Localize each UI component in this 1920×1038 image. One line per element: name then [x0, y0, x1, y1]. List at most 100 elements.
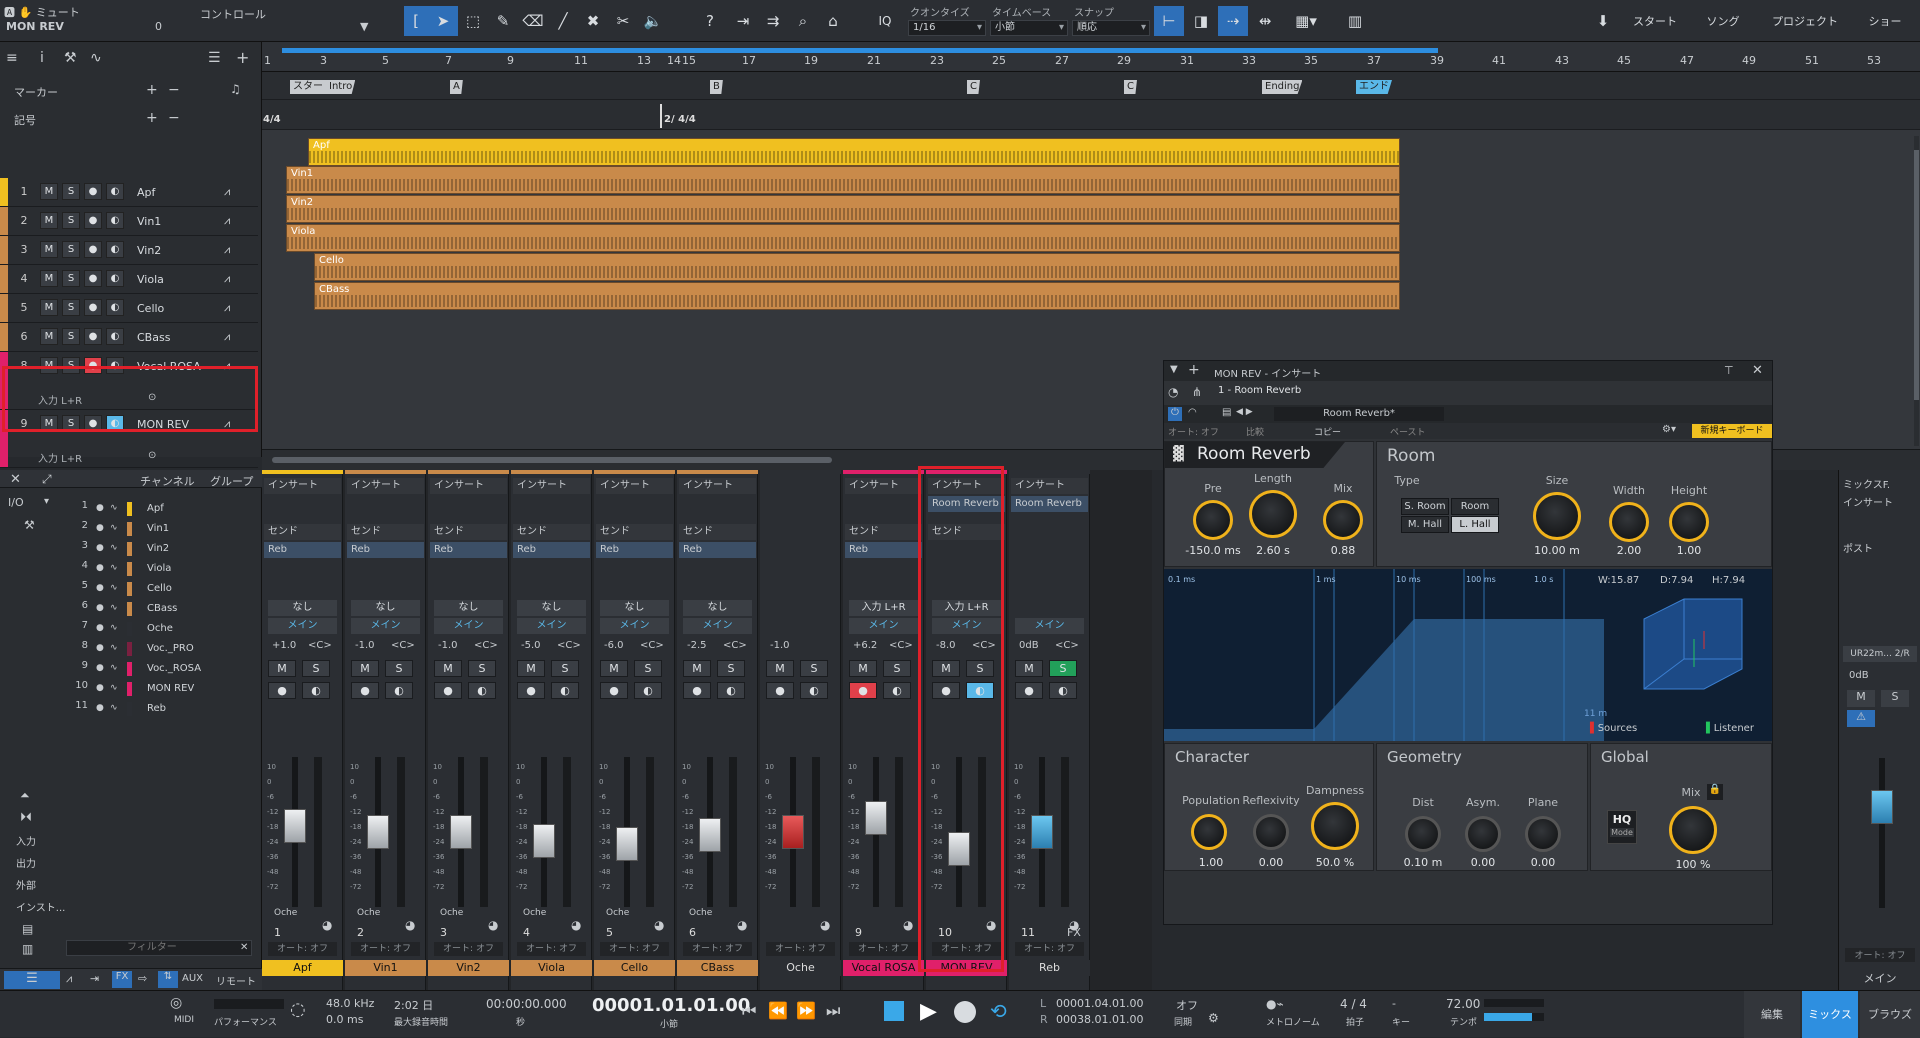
strip-solo-button[interactable]: S: [634, 660, 662, 677]
output-select[interactable]: メイン: [268, 618, 337, 634]
track-row-cbass[interactable]: 6 M S ● ◐ CBass ⩘: [0, 323, 258, 352]
strip-mute-button[interactable]: M: [351, 660, 379, 677]
paint-tool-icon[interactable]: ╱: [548, 6, 578, 36]
strip-record-icon[interactable]: ●: [600, 682, 628, 699]
remote-button[interactable]: リモート: [216, 973, 256, 988]
main-dim-icon[interactable]: ⚠: [1847, 710, 1875, 727]
page-start-tab[interactable]: スタート: [1622, 6, 1688, 36]
remove-marker-icon[interactable]: −: [168, 82, 180, 98]
input-select[interactable]: なし: [683, 600, 752, 616]
record-button[interactable]: [954, 1001, 976, 1023]
volume-readout[interactable]: -8.0: [936, 640, 956, 651]
pan-knob-icon[interactable]: ◕: [654, 918, 664, 932]
insert-header[interactable]: インサート: [1011, 478, 1088, 494]
in-icon[interactable]: ⇥: [90, 972, 99, 985]
channel-list-item[interactable]: 9 ● ∿ Voc._ROSA: [62, 660, 252, 679]
visible-dot-icon[interactable]: ●: [96, 663, 104, 673]
fader-cap[interactable]: [782, 815, 804, 849]
strip-solo-button[interactable]: S: [717, 660, 745, 677]
strip-mute-button[interactable]: M: [932, 660, 960, 677]
fader-cap[interactable]: [1031, 815, 1053, 849]
main-solo-button[interactable]: S: [1881, 690, 1909, 707]
visible-dot-icon[interactable]: ●: [96, 683, 104, 693]
pin-icon[interactable]: ⤢: [42, 472, 52, 487]
mix-knob[interactable]: [1323, 500, 1363, 540]
strip-name-label[interactable]: MON REV: [926, 960, 1007, 976]
automation-off[interactable]: オート: オフ: [683, 942, 752, 956]
add-marker-icon[interactable]: +: [146, 82, 158, 98]
track-monitor-icon[interactable]: ◐: [106, 299, 124, 316]
track-name[interactable]: CBass: [137, 331, 170, 344]
forward-tool-icon[interactable]: ⇥: [728, 6, 758, 36]
paste-button[interactable]: ペースト: [1390, 425, 1426, 438]
page-song-tab[interactable]: ソング: [1692, 6, 1754, 36]
audio-clip-cello[interactable]: Cello: [314, 253, 1400, 281]
time-seconds[interactable]: 00:00:00.000: [486, 997, 567, 1011]
track-solo-button[interactable]: S: [62, 415, 80, 432]
waveform-icon[interactable]: ⩘: [224, 301, 230, 315]
track-mute-button[interactable]: M: [40, 212, 58, 229]
volume-readout[interactable]: +6.2: [853, 640, 877, 651]
mute-tool-icon[interactable]: ✖: [578, 6, 608, 36]
strip-solo-button[interactable]: S: [966, 660, 994, 677]
return-to-zero-icon[interactable]: ⏮: [742, 1001, 756, 1021]
volume-readout[interactable]: -1.0: [770, 640, 790, 651]
routing-icon[interactable]: ⋔: [1192, 385, 1202, 399]
output-select[interactable]: メイン: [849, 618, 918, 634]
send-header[interactable]: センド: [430, 524, 507, 540]
automation-icon[interactable]: ∿: [90, 50, 102, 66]
strip-mute-button[interactable]: M: [268, 660, 296, 677]
add-track-icon[interactable]: +: [236, 48, 249, 67]
signature-lane[interactable]: 4/4 2/ 4/4: [262, 100, 1920, 130]
strip-solo-button[interactable]: S: [800, 660, 828, 677]
snap-cursor-icon[interactable]: ⇢: [1218, 6, 1248, 36]
strip-solo-button[interactable]: S: [883, 660, 911, 677]
settings-gear-icon[interactable]: ⚙: [1208, 1011, 1219, 1025]
go-to-end-icon[interactable]: ⏭: [826, 1001, 840, 1021]
fader-cap[interactable]: [450, 815, 472, 849]
send-slot[interactable]: Reb: [513, 542, 590, 558]
info-icon[interactable]: i: [40, 50, 44, 66]
channel-list-item[interactable]: 4 ● ∿ Viola: [62, 560, 252, 579]
time-signature-start[interactable]: 4/4: [263, 114, 281, 125]
type-l-hall-button[interactable]: L. Hall: [1451, 516, 1499, 533]
strip-name-label[interactable]: Cello: [594, 960, 675, 976]
automation-off[interactable]: オート: オフ: [849, 942, 918, 956]
compare-button[interactable]: 比較: [1246, 425, 1264, 438]
strip-record-icon[interactable]: ●: [683, 682, 711, 699]
marker[interactable]: Ending: [1262, 80, 1303, 94]
strip-monitor-icon[interactable]: ◐: [966, 682, 994, 699]
prev-preset-icon[interactable]: ◀ ▶: [1236, 407, 1253, 417]
fader-cap[interactable]: [367, 815, 389, 849]
time-bars[interactable]: 00001.01.01.00: [592, 995, 750, 1016]
input-select[interactable]: 入力 L+R: [849, 600, 918, 616]
add-icon[interactable]: +: [1188, 362, 1200, 378]
strip-mute-button[interactable]: M: [683, 660, 711, 677]
mini-meter-icon[interactable]: ⩘: [66, 972, 72, 986]
waveform-icon[interactable]: ⩘: [224, 243, 230, 257]
pan-knob-icon[interactable]: ◕: [986, 918, 996, 932]
marker-lane[interactable]: スタート Intro A B C C Ending エンド: [262, 72, 1920, 100]
pan-readout[interactable]: <C>: [972, 640, 996, 651]
strip-name-label[interactable]: Vin1: [345, 960, 426, 976]
input-select[interactable]: 入力 L+R: [932, 600, 1001, 616]
audio-clip-vin1[interactable]: Vin1: [286, 166, 1400, 194]
output-device-select[interactable]: UR22m... 2/R: [1843, 646, 1917, 662]
control-dropdown-icon[interactable]: ▼: [360, 20, 368, 33]
strip-monitor-icon[interactable]: ◐: [800, 682, 828, 699]
volume-readout[interactable]: -2.5: [687, 640, 707, 651]
strip-record-icon[interactable]: ●: [517, 682, 545, 699]
channel-list-item[interactable]: 6 ● ∿ CBass: [62, 600, 252, 619]
strip-monitor-icon[interactable]: ◐: [385, 682, 413, 699]
time-signature-value[interactable]: 4 / 4: [1340, 997, 1367, 1011]
mix-button[interactable]: ミックス: [1802, 991, 1858, 1038]
send-header[interactable]: センド: [679, 524, 756, 540]
volume-readout[interactable]: -1.0: [438, 640, 458, 651]
preset-icon[interactable]: ▤: [1222, 407, 1231, 418]
track-monitor-icon[interactable]: ◐: [106, 270, 124, 287]
main-fader-cap[interactable]: [1871, 790, 1893, 824]
reflexivity-knob[interactable]: [1253, 814, 1289, 850]
snap-events-icon[interactable]: ◨: [1186, 6, 1216, 36]
strip-monitor-icon[interactable]: ◐: [302, 682, 330, 699]
strip-name-label[interactable]: CBass: [677, 960, 758, 976]
